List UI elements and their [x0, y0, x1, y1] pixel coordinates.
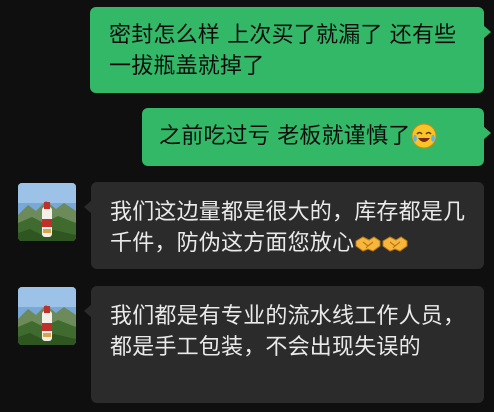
message-text: 我们这边量都是很大的，库存都是几千件，防伪这方面您放心 — [110, 200, 466, 256]
message-text: 我们都是有专业的流水线工作人员，都是手工包装，不会出现失误的 — [110, 304, 466, 360]
outgoing-message-bubble[interactable]: 之前吃过亏 老板就谨慎了 — [142, 108, 491, 166]
avatar-image — [18, 287, 76, 345]
avatar[interactable] — [18, 183, 76, 241]
message-text: 密封怎么样 上次买了就漏了 还有些一拔瓶盖就掉了 — [109, 23, 457, 79]
avatar-image — [18, 183, 76, 241]
handshake-emoji-icon — [382, 236, 408, 252]
message-text: 之前吃过亏 老板就谨慎了 — [159, 124, 411, 149]
avatar[interactable] — [18, 287, 76, 345]
chat-window: 密封怎么样 上次买了就漏了 还有些一拔瓶盖就掉了 之前吃过亏 老板就谨慎了 我们… — [0, 0, 494, 412]
laughing-crying-emoji-icon — [411, 123, 437, 149]
incoming-message-bubble[interactable]: 我们都是有专业的流水线工作人员，都是手工包装，不会出现失误的 — [84, 286, 484, 403]
handshake-emoji-icon — [355, 236, 381, 252]
outgoing-message-bubble[interactable]: 密封怎么样 上次买了就漏了 还有些一拔瓶盖就掉了 — [90, 7, 491, 93]
incoming-message-bubble[interactable]: 我们这边量都是很大的，库存都是几千件，防伪这方面您放心 — [84, 182, 484, 269]
